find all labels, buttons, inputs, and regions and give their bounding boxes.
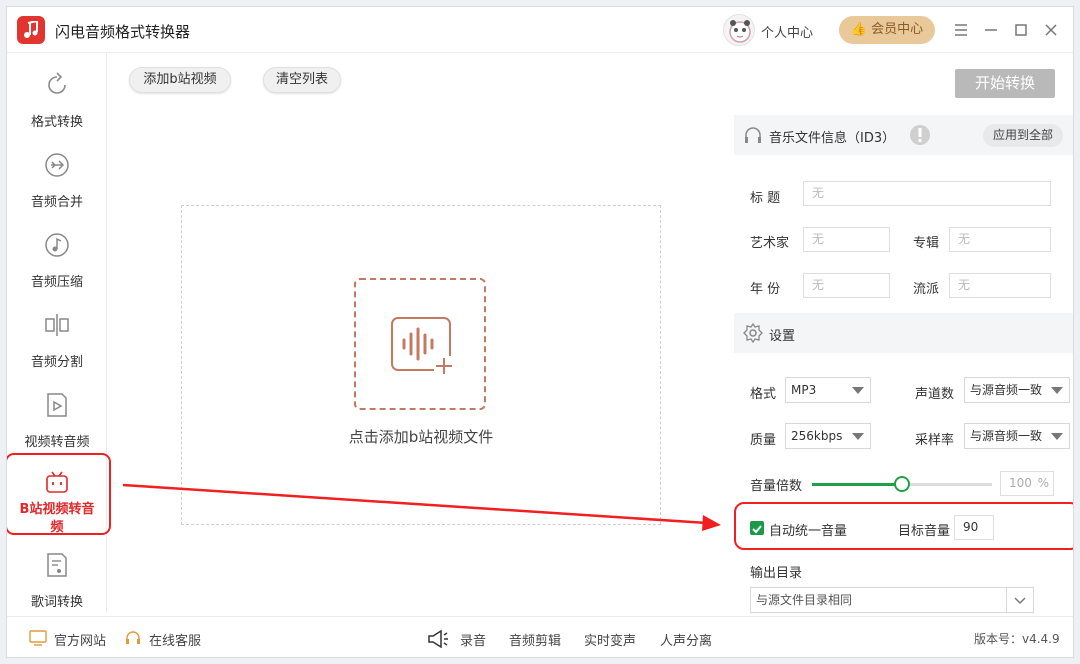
id3-album-input[interactable]: 无 — [949, 227, 1051, 252]
settings-section-header: 设置 — [734, 313, 1073, 353]
quality-value: 256kbps — [791, 429, 843, 443]
id3-year-label: 年 份 — [750, 282, 781, 297]
format-value: MP3 — [791, 383, 817, 397]
auto-volume-checkbox[interactable] — [750, 521, 764, 535]
output-dir-select[interactable]: 与源文件目录相同 — [750, 587, 1033, 613]
target-volume-input[interactable]: 90 — [954, 515, 994, 540]
volume-slider-fill — [812, 483, 902, 486]
target-volume-label: 目标音量 — [898, 524, 951, 539]
volume-value: 100 — [1009, 476, 1032, 490]
check-icon — [752, 525, 762, 534]
volume-unit: % — [1037, 476, 1049, 490]
online-support-link[interactable]: 在线客服 — [149, 630, 201, 649]
audio-edit-link[interactable]: 音频剪辑 — [509, 630, 561, 649]
megaphone-icon — [428, 630, 448, 648]
channel-label: 声道数 — [915, 387, 955, 402]
format-select[interactable]: MP3 — [785, 377, 871, 403]
chevron-down-icon — [1051, 387, 1063, 394]
id3-artist-input[interactable]: 无 — [803, 227, 890, 252]
id3-title-input[interactable]: 无 — [803, 181, 1051, 206]
id3-section-title: 音乐文件信息（ID3） — [769, 131, 896, 146]
headphones-icon — [745, 127, 761, 143]
volume-label: 音量倍数 — [750, 479, 803, 494]
quality-label: 质量 — [750, 433, 777, 448]
id3-section-header: 音乐文件信息（ID3） 应用到全部 — [734, 115, 1073, 155]
chevron-down-icon — [1051, 433, 1063, 440]
samplerate-select[interactable]: 与源音频一致 — [964, 423, 1070, 449]
vocal-separation-link[interactable]: 人声分离 — [660, 630, 712, 649]
output-dir-value: 与源文件目录相同 — [756, 593, 853, 607]
right-panel: 音乐文件信息（ID3） 应用到全部 标 题 无 艺术家 无 专辑 无 年 份 无… — [734, 111, 1073, 613]
channel-value: 与源音频一致 — [970, 383, 1043, 397]
chevron-down-icon — [852, 387, 864, 394]
samplerate-value: 与源音频一致 — [970, 429, 1043, 443]
chevron-down-icon — [1014, 597, 1026, 605]
app-window: 闪电音频格式转换器 个人中心 👍 会员中心 格式转换 音频合并 音频压缩 音频分… — [6, 6, 1074, 658]
info-icon[interactable] — [909, 124, 931, 146]
auto-volume-label[interactable]: 自动统一音量 — [769, 520, 847, 539]
channel-select[interactable]: 与源音频一致 — [964, 377, 1070, 403]
volume-slider[interactable] — [812, 476, 992, 492]
format-label: 格式 — [750, 387, 777, 402]
volume-slider-handle[interactable] — [894, 476, 910, 492]
output-dir-dropdown-button[interactable] — [1006, 587, 1034, 613]
version-label: 版本号：v4.4.9 — [974, 632, 1060, 646]
footer: 官方网站 在线客服 录音 音频剪辑 实时变声 人声分离 版本号：v4.4.9 — [7, 616, 1073, 657]
gear-icon — [743, 323, 763, 343]
headset-icon — [126, 631, 140, 644]
output-dir-label: 输出目录 — [750, 566, 803, 581]
chevron-down-icon — [852, 433, 864, 440]
voice-change-link[interactable]: 实时变声 — [584, 630, 636, 649]
apply-to-all-button[interactable]: 应用到全部 — [983, 124, 1063, 147]
id3-title-label: 标 题 — [750, 191, 781, 206]
id3-album-label: 专辑 — [913, 236, 940, 251]
official-website-link[interactable]: 官方网站 — [54, 630, 106, 649]
record-link[interactable]: 录音 — [460, 630, 486, 649]
id3-genre-label: 流派 — [913, 282, 940, 297]
id3-artist-label: 艺术家 — [750, 236, 790, 251]
samplerate-label: 采样率 — [915, 433, 955, 448]
id3-year-input[interactable]: 无 — [803, 273, 890, 298]
id3-genre-input[interactable]: 无 — [949, 273, 1051, 298]
monitor-icon — [29, 630, 47, 646]
quality-select[interactable]: 256kbps — [785, 423, 871, 449]
settings-section-title: 设置 — [769, 329, 796, 344]
volume-input[interactable]: 100 % — [1000, 471, 1054, 496]
